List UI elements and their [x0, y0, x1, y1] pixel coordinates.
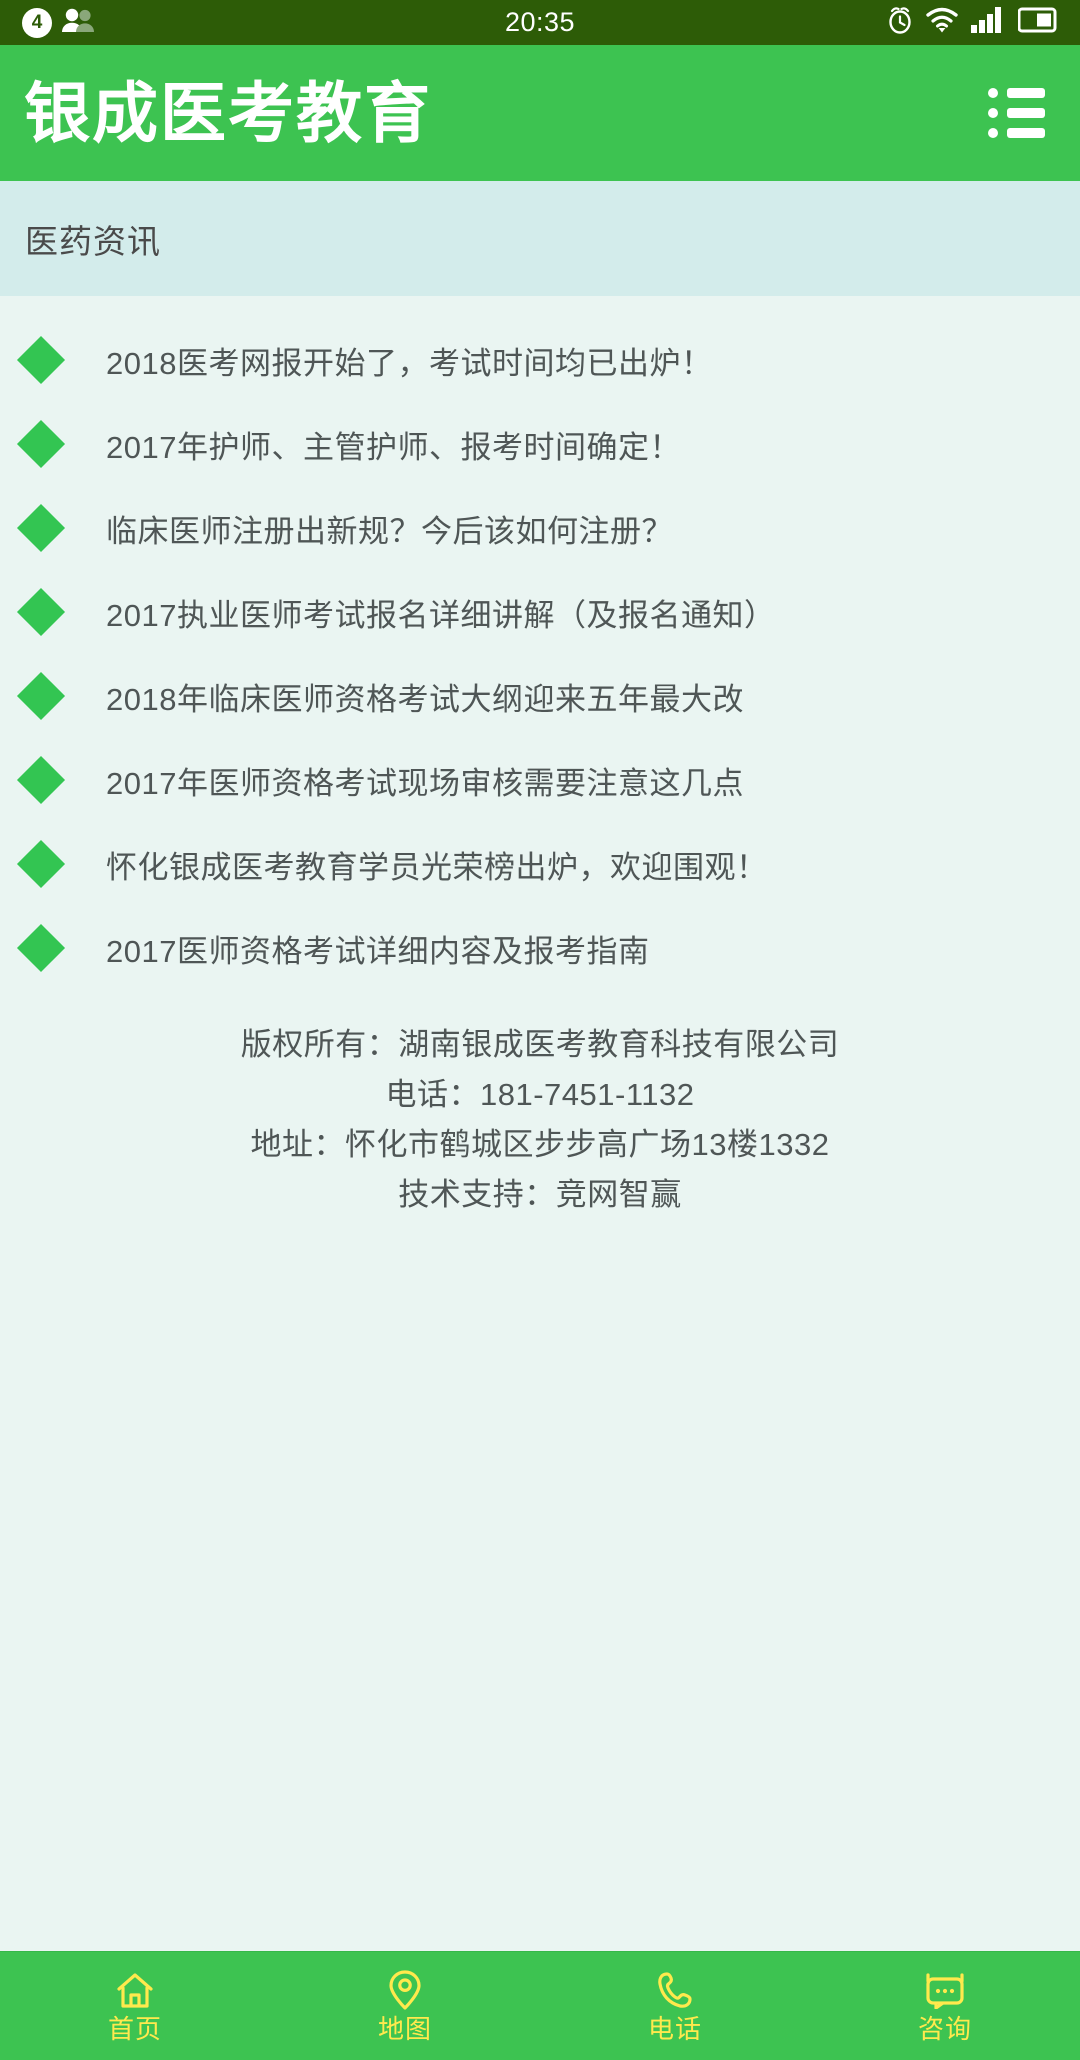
- list-item[interactable]: 2018医考网报开始了，考试时间均已出炉！: [0, 318, 1080, 402]
- app-title: 银成医考教育: [24, 76, 432, 150]
- news-title: 2017医师资格考试详细内容及报考指南: [106, 933, 650, 969]
- list-item[interactable]: 2017执业医师考试报名详细讲解（及报名通知）: [0, 570, 1080, 654]
- nav-label: 地图: [377, 2014, 432, 2044]
- bottom-nav: 首页 地图 电话 咨询: [0, 1951, 1080, 2060]
- wifi-icon: [926, 7, 958, 38]
- section-header: 医药资讯: [0, 181, 1080, 296]
- news-title: 2017年护师、主管护师、报考时间确定！: [106, 429, 681, 465]
- diamond-bullet-icon: [16, 839, 66, 889]
- news-title: 2018医考网报开始了，考试时间均已出炉！: [106, 345, 713, 381]
- app-screen: 4 20:35 银成医考教育 医药资讯 2018医考网报开始了，考试时间均已出炉…: [0, 0, 1080, 2060]
- status-bar-right: [887, 6, 1058, 39]
- page-title: 医药资讯: [25, 222, 161, 260]
- diamond-bullet-icon: [16, 587, 66, 637]
- list-item[interactable]: 2017医师资格考试详细内容及报考指南: [0, 906, 1080, 990]
- list-item[interactable]: 临床医师注册出新规？今后该如何注册？: [0, 486, 1080, 570]
- chat-icon: [924, 1970, 966, 2010]
- diamond-bullet-icon: [16, 671, 66, 721]
- people-icon: [61, 7, 95, 38]
- menu-bar: [1007, 88, 1045, 98]
- diamond-bullet-icon: [16, 419, 66, 469]
- list-item[interactable]: 2018年临床医师资格考试大纲迎来五年最大改: [0, 654, 1080, 738]
- alarm-icon: [887, 6, 913, 39]
- signal-icon: [971, 7, 1005, 38]
- news-title: 2017年医师资格考试现场审核需要注意这几点: [106, 765, 744, 801]
- nav-item-map[interactable]: 地图: [270, 1952, 540, 2060]
- diamond-bullet-icon: [16, 755, 66, 805]
- diamond-bullet-icon: [16, 503, 66, 553]
- news-title: 怀化银成医考教育学员光荣榜出炉，欢迎围观！: [106, 849, 768, 885]
- list-menu-icon[interactable]: [988, 84, 1050, 142]
- home-icon: [114, 1970, 156, 2010]
- notification-count-badge: 4: [22, 7, 52, 38]
- menu-row: [988, 128, 1050, 138]
- status-bar: 4 20:35: [0, 0, 1080, 45]
- menu-row: [988, 108, 1050, 118]
- menu-bar: [1007, 108, 1045, 118]
- nav-label: 电话: [647, 2014, 702, 2044]
- menu-dot: [988, 88, 998, 98]
- news-title: 临床医师注册出新规？今后该如何注册？: [106, 513, 673, 549]
- app-header: 银成医考教育: [0, 45, 1080, 181]
- battery-icon: [1017, 7, 1058, 38]
- nav-label: 咨询: [917, 2014, 972, 2044]
- copyright-line: 版权所有：湖南银成医考教育科技有限公司: [240, 1027, 840, 1062]
- nav-item-consult[interactable]: 咨询: [810, 1952, 1080, 2060]
- menu-row: [988, 88, 1050, 98]
- news-list: 2018医考网报开始了，考试时间均已出炉！ 2017年护师、主管护师、报考时间确…: [0, 296, 1080, 990]
- diamond-bullet-icon: [16, 335, 66, 385]
- news-title: 2018年临床医师资格考试大纲迎来五年最大改: [106, 681, 744, 717]
- nav-item-home[interactable]: 首页: [0, 1952, 270, 2060]
- news-title: 2017执业医师考试报名详细讲解（及报名通知）: [106, 597, 776, 633]
- list-item[interactable]: 怀化银成医考教育学员光荣榜出炉，欢迎围观！: [0, 822, 1080, 906]
- phone-line: 电话：181-7451-1132: [385, 1077, 695, 1112]
- address-line: 地址：怀化市鹤城区步步高广场13楼1332: [250, 1127, 830, 1162]
- list-item[interactable]: 2017年医师资格考试现场审核需要注意这几点: [0, 738, 1080, 822]
- list-item[interactable]: 2017年护师、主管护师、报考时间确定！: [0, 402, 1080, 486]
- status-bar-left: 4: [22, 7, 95, 38]
- tech-support-line: 技术支持：竞网智赢: [398, 1177, 682, 1212]
- footer-info: 版权所有：湖南银成医考教育科技有限公司 电话：181-7451-1132 地址：…: [0, 990, 1080, 1220]
- nav-label: 首页: [107, 2014, 162, 2044]
- menu-dot: [988, 108, 998, 118]
- menu-bar: [1007, 128, 1045, 138]
- map-pin-icon: [388, 1970, 422, 2010]
- diamond-bullet-icon: [16, 923, 66, 973]
- menu-dot: [988, 128, 998, 138]
- phone-icon: [656, 1970, 694, 2010]
- nav-item-phone[interactable]: 电话: [540, 1952, 810, 2060]
